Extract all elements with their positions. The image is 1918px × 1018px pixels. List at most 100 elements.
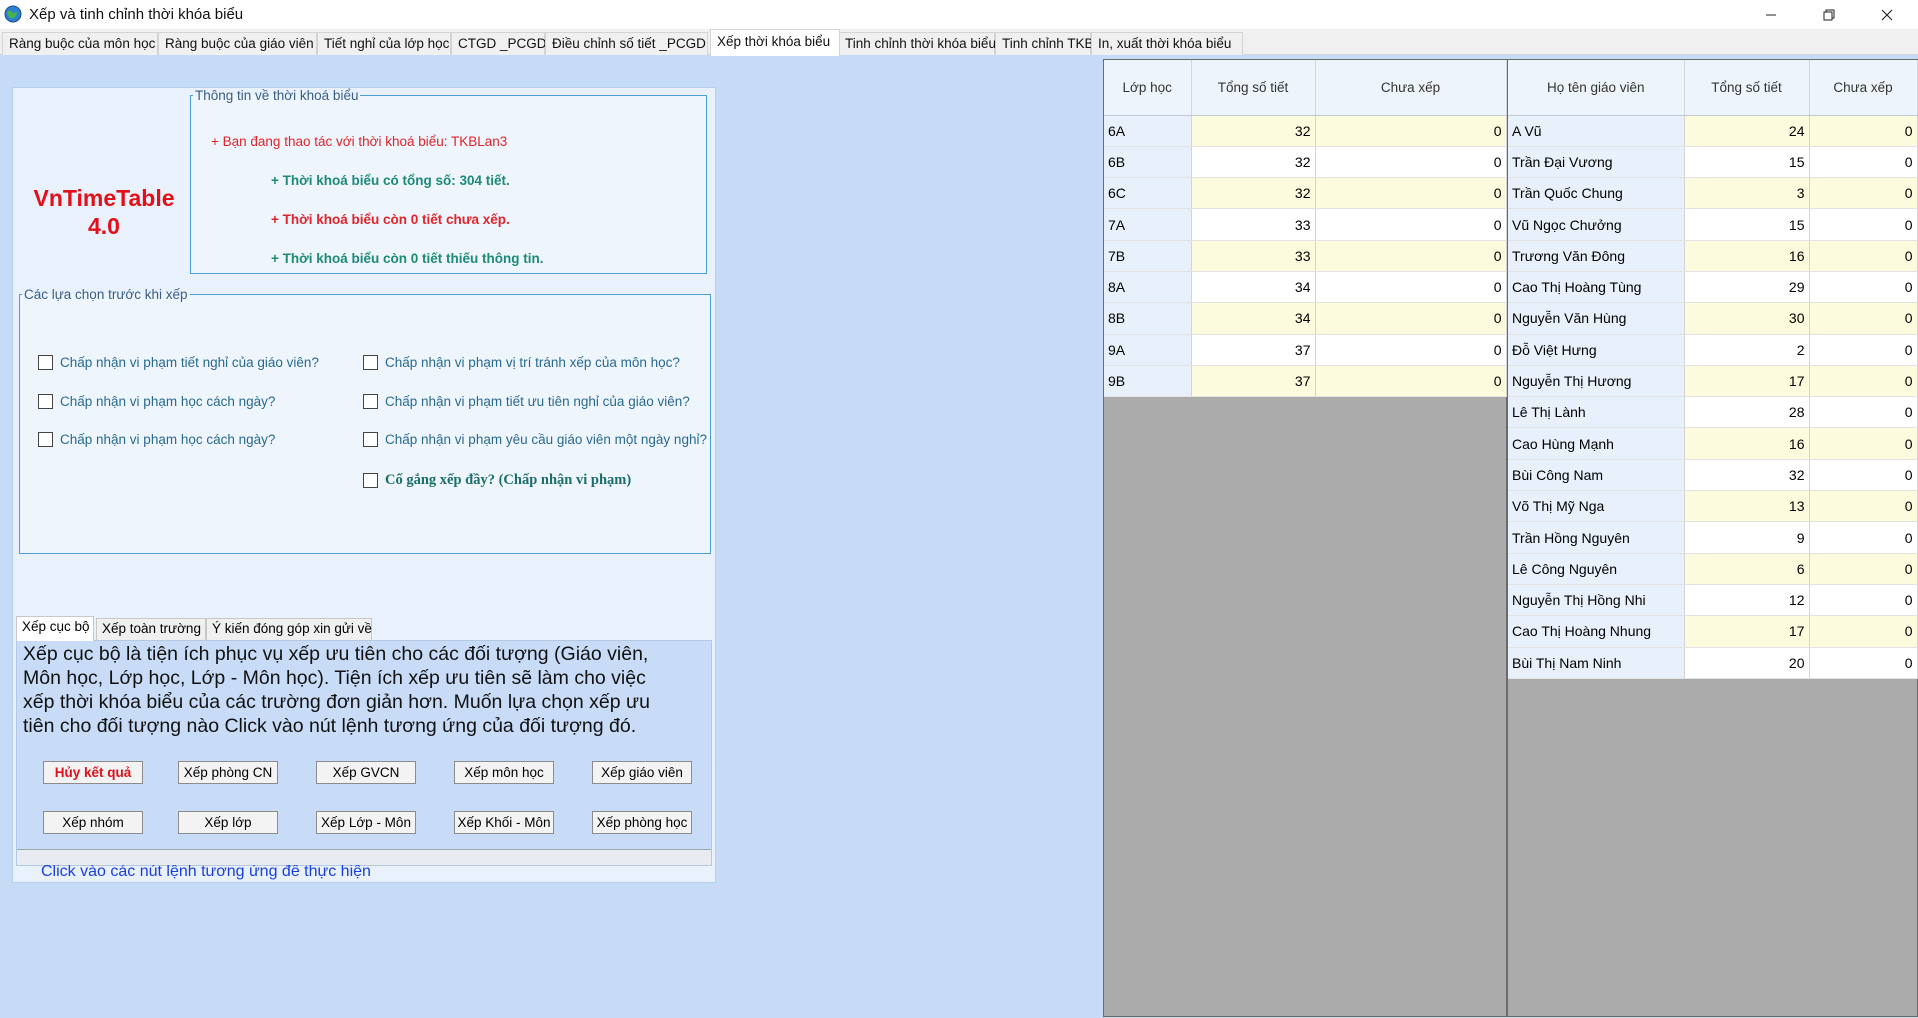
checkbox[interactable] <box>363 394 378 409</box>
cell-total[interactable]: 9 <box>1684 521 1810 554</box>
cell-total[interactable]: 15 <box>1684 146 1810 179</box>
tab-ctgd-pcgd[interactable]: CTGD _PCGD <box>451 32 547 55</box>
cell-name[interactable]: Vũ Ngọc Chưởng <box>1508 208 1685 241</box>
cell-name[interactable]: 6C <box>1104 177 1192 210</box>
table-row[interactable]: Bùi Thị Nam Ninh 20 0 <box>1508 647 1918 679</box>
cell-name[interactable]: 7B <box>1104 240 1192 272</box>
close-button[interactable] <box>1858 0 1916 29</box>
cell-name[interactable]: 9B <box>1104 365 1192 398</box>
arrange-grade-subject-button[interactable]: Xếp Khối - Môn <box>454 811 554 834</box>
cell-total[interactable]: 32 <box>1191 177 1316 210</box>
cell-total[interactable]: 16 <box>1684 240 1810 272</box>
cell-name[interactable]: Lê Công Nguyên <box>1508 553 1685 585</box>
cell-name[interactable]: Trần Quốc Chung <box>1508 177 1685 210</box>
cell-unscheduled[interactable]: 0 <box>1809 240 1918 272</box>
cell-unscheduled[interactable]: 0 <box>1809 584 1918 617</box>
cell-total[interactable]: 17 <box>1684 365 1810 398</box>
cell-total[interactable]: 33 <box>1191 208 1316 241</box>
cell-name[interactable]: Nguyễn Văn Hùng <box>1508 302 1685 335</box>
arrange-subject-button[interactable]: Xếp môn học <box>454 761 554 784</box>
tab-refine-tkb[interactable]: Tinh chỉnh TKB <box>995 32 1094 55</box>
cell-name[interactable]: Bùi Thị Nam Ninh <box>1508 647 1685 679</box>
cell-unscheduled[interactable]: 0 <box>1809 271 1918 304</box>
cell-total[interactable]: 34 <box>1191 302 1316 335</box>
arrange-room-button[interactable]: Xếp phòng học <box>592 811 692 834</box>
cell-unscheduled[interactable]: 0 <box>1809 177 1918 210</box>
table-row[interactable]: 9B 37 0 <box>1104 365 1507 398</box>
cell-unscheduled[interactable]: 0 <box>1809 334 1918 366</box>
cell-unscheduled[interactable]: 0 <box>1809 427 1918 460</box>
cell-unscheduled[interactable]: 0 <box>1315 365 1507 398</box>
table-row[interactable]: Cao Thị Hoàng Tùng 29 0 <box>1508 271 1918 304</box>
checkbox[interactable] <box>363 432 378 447</box>
table-row[interactable]: A Vũ 24 0 <box>1508 115 1918 147</box>
checkbox[interactable] <box>38 394 53 409</box>
col-header-class[interactable]: Lớp học <box>1104 60 1192 116</box>
col-header-teacher-name[interactable]: Họ tên giáo viên <box>1508 60 1685 116</box>
table-row[interactable]: Bùi Công Nam 32 0 <box>1508 459 1918 492</box>
checkbox[interactable] <box>38 355 53 370</box>
cell-total[interactable]: 29 <box>1684 271 1810 304</box>
tab-class-off-periods[interactable]: Tiết nghỉ của lớp học <box>317 32 451 55</box>
tab-print-export[interactable]: In, xuất thời khóa biểu <box>1091 32 1243 55</box>
checkbox[interactable] <box>363 355 378 370</box>
cell-unscheduled[interactable]: 0 <box>1809 146 1918 179</box>
col-header-unscheduled[interactable]: Chưa xếp <box>1315 60 1507 116</box>
cell-name[interactable]: 8B <box>1104 302 1192 335</box>
table-row[interactable]: Lê Thị Lành 28 0 <box>1508 396 1918 429</box>
cell-total[interactable]: 30 <box>1684 302 1810 335</box>
cell-total[interactable]: 12 <box>1684 584 1810 617</box>
cell-total[interactable]: 37 <box>1191 365 1316 398</box>
cell-name[interactable]: 8A <box>1104 271 1192 304</box>
cell-total[interactable]: 16 <box>1684 427 1810 460</box>
table-row[interactable]: Trần Hồng Nguyên 9 0 <box>1508 521 1918 554</box>
cell-name[interactable]: Nguyễn Thị Hồng Nhi <box>1508 584 1685 617</box>
cell-unscheduled[interactable]: 0 <box>1809 115 1918 147</box>
cell-total[interactable]: 3 <box>1684 177 1810 210</box>
table-row[interactable]: 6C 32 0 <box>1104 177 1507 210</box>
col-header-teacher-unscheduled[interactable]: Chưa xếp <box>1809 60 1918 116</box>
cell-unscheduled[interactable]: 0 <box>1809 208 1918 241</box>
cell-name[interactable]: Võ Thị Mỹ Nga <box>1508 490 1685 523</box>
cell-total[interactable]: 34 <box>1191 271 1316 304</box>
col-header-teacher-total[interactable]: Tổng số tiết <box>1684 60 1810 116</box>
cell-name[interactable]: Đỗ Việt Hưng <box>1508 334 1685 366</box>
cell-name[interactable]: Trần Đại Vương <box>1508 146 1685 179</box>
table-row[interactable]: 7A 33 0 <box>1104 208 1507 241</box>
cell-name[interactable]: Trương Văn Đông <box>1508 240 1685 272</box>
option-subject-avoid-positions[interactable]: Chấp nhận vi phạm vị trí tránh xếp của m… <box>363 355 680 370</box>
cell-name[interactable]: Cao Hùng Mạnh <box>1508 427 1685 460</box>
table-row[interactable]: 8B 34 0 <box>1104 302 1507 335</box>
cell-total[interactable]: 17 <box>1684 615 1810 648</box>
table-row[interactable]: Đỗ Việt Hưng 2 0 <box>1508 334 1918 366</box>
horizontal-scrollbar[interactable] <box>17 849 711 865</box>
cell-name[interactable]: 6B <box>1104 146 1192 179</box>
tab-adjust-periods[interactable]: Điều chỉnh số tiết _PCGD <box>545 32 708 55</box>
cell-total[interactable]: 13 <box>1684 490 1810 523</box>
subtab-whole-school[interactable]: Xếp toàn trường <box>96 618 206 640</box>
subtab-feedback[interactable]: Ý kiến đóng góp xin gửi về <box>206 618 372 640</box>
cancel-result-button[interactable]: Hủy kết quả <box>43 761 143 784</box>
cell-name[interactable]: 9A <box>1104 334 1192 366</box>
cell-name[interactable]: Trần Hồng Nguyên <box>1508 521 1685 554</box>
cell-name[interactable]: A Vũ <box>1508 115 1685 147</box>
cell-unscheduled[interactable]: 0 <box>1809 553 1918 585</box>
cell-name[interactable]: Cao Thị Hoàng Tùng <box>1508 271 1685 304</box>
arrange-room-cn-button[interactable]: Xếp phòng CN <box>178 761 278 784</box>
subtab-local[interactable]: Xếp cục bộ <box>16 616 94 641</box>
cell-unscheduled[interactable]: 0 <box>1809 365 1918 398</box>
checkbox[interactable] <box>363 473 378 488</box>
tab-subject-constraints[interactable]: Ràng buộc của môn học <box>2 32 158 55</box>
tab-refine-timetable[interactable]: Tinh chỉnh thời khóa biểu <box>838 32 996 55</box>
cell-unscheduled[interactable]: 0 <box>1315 208 1507 241</box>
arrange-teacher-button[interactable]: Xếp giáo viên <box>592 761 692 784</box>
cell-total[interactable]: 32 <box>1191 115 1316 147</box>
table-row[interactable]: Lê Công Nguyên 6 0 <box>1508 553 1918 585</box>
cell-total[interactable]: 28 <box>1684 396 1810 429</box>
table-row[interactable]: Nguyễn Thị Hồng Nhi 12 0 <box>1508 584 1918 617</box>
table-row[interactable]: 6B 32 0 <box>1104 146 1507 179</box>
cell-unscheduled[interactable]: 0 <box>1809 490 1918 523</box>
cell-unscheduled[interactable]: 0 <box>1809 459 1918 492</box>
cell-unscheduled[interactable]: 0 <box>1315 146 1507 179</box>
cell-unscheduled[interactable]: 0 <box>1315 334 1507 366</box>
